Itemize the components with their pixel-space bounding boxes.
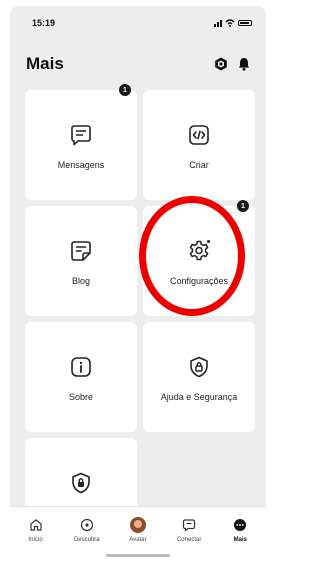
tab-discover[interactable]: Descubra [64, 517, 110, 543]
help-label: Ajuda e Segurança [160, 392, 238, 402]
messages-badge: 1 [119, 84, 131, 96]
header: Mais [10, 44, 266, 84]
tab-avatar-label: Avatar [129, 537, 147, 543]
phone-screen: 15:19 Mais 1 Mensagens Criar Blog 1 Conf… [0, 0, 270, 569]
wifi-icon [225, 19, 235, 27]
tab-more-label: Mais [233, 537, 248, 543]
status-time: 15:19 [32, 18, 56, 28]
blog-card[interactable]: Blog [25, 206, 137, 316]
home-icon [29, 517, 43, 533]
blog-icon [68, 238, 94, 264]
blog-label: Blog [71, 276, 90, 286]
settings-badge: 1 [237, 200, 249, 212]
message-icon [68, 122, 94, 148]
notification-bell-icon[interactable] [238, 57, 250, 71]
messages-card[interactable]: 1 Mensagens [25, 84, 137, 200]
avatar [129, 517, 146, 533]
home-indicator [106, 554, 170, 557]
tab-home-label: Início [28, 537, 43, 543]
settings-label: Configurações [169, 276, 229, 286]
more-icon [233, 517, 247, 533]
messages-label: Mensagens [57, 160, 105, 170]
code-icon [186, 122, 212, 148]
info-icon [68, 354, 94, 380]
tab-connect[interactable]: Conectar [166, 517, 212, 543]
gear-icon [186, 238, 212, 264]
discover-icon [80, 517, 94, 533]
tab-avatar[interactable]: Avatar [115, 517, 161, 543]
create-label: Criar [189, 160, 209, 170]
shield-lock-icon [186, 354, 212, 380]
tab-more[interactable]: Mais [217, 517, 263, 543]
about-card[interactable]: Sobre [25, 322, 137, 432]
tab-home[interactable]: Início [13, 517, 59, 543]
chat-icon [182, 517, 196, 533]
avatar-icon [129, 517, 146, 533]
app-window: 15:19 Mais 1 Mensagens Criar Blog 1 Conf… [10, 6, 266, 562]
create-card[interactable]: Criar [143, 90, 255, 200]
robux-icon[interactable] [214, 57, 228, 71]
status-bar: 15:19 [10, 6, 266, 40]
signal-icon [214, 19, 222, 27]
header-actions [214, 57, 250, 71]
help-card[interactable]: Ajuda e Segurança [143, 322, 255, 432]
shield-icon [68, 470, 94, 496]
tab-connect-label: Conectar [176, 537, 202, 543]
settings-card[interactable]: 1 Configurações [143, 200, 255, 316]
about-label: Sobre [68, 392, 94, 402]
page-title: Mais [26, 54, 64, 73]
status-icons [214, 19, 252, 27]
battery-icon [238, 20, 252, 26]
tab-discover-label: Descubra [73, 537, 100, 543]
